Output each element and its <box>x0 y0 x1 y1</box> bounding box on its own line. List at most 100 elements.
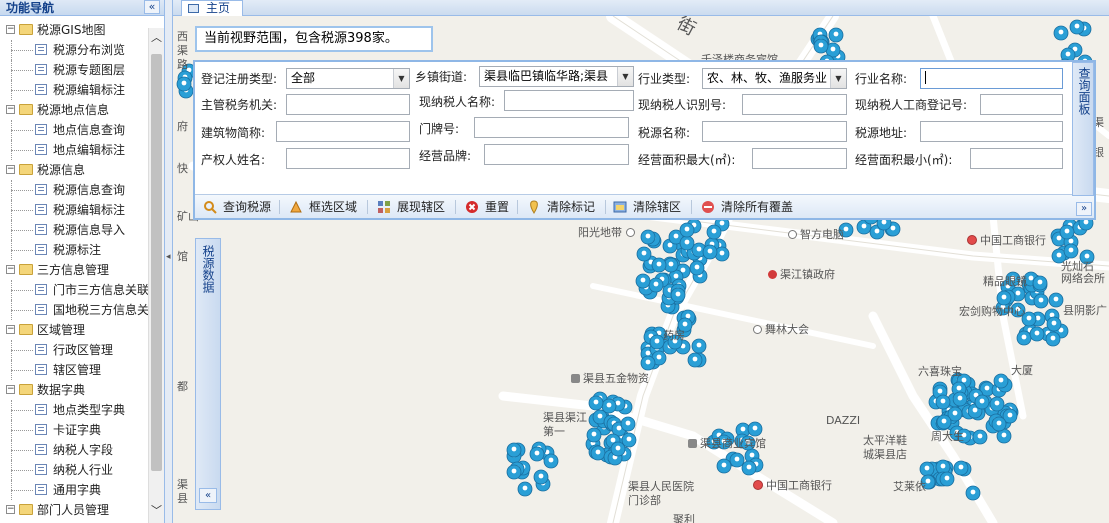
scroll-up-icon[interactable]: ︿ <box>149 30 164 46</box>
door-no-input[interactable] <box>474 117 629 138</box>
tree-folder[interactable]: − 税源地点信息 <box>0 100 148 120</box>
tax-source-marker[interactable] <box>670 287 686 303</box>
tax-source-marker[interactable] <box>1046 316 1062 332</box>
scroll-thumb[interactable] <box>151 54 162 471</box>
tax-source-marker[interactable] <box>716 458 732 474</box>
tree-item[interactable]: 地点编辑标注 <box>0 140 148 160</box>
tree-collapse-icon[interactable]: − <box>6 385 15 394</box>
tax-source-marker[interactable] <box>965 485 981 501</box>
tax-source-marker[interactable] <box>939 471 955 487</box>
tax-source-marker[interactable] <box>936 414 952 430</box>
tax-source-marker[interactable] <box>1045 331 1061 347</box>
town-select[interactable]: 渠县临巴镇临华路;渠县 ▼ <box>479 66 634 87</box>
area-max-input[interactable] <box>752 148 847 169</box>
tax-source-marker[interactable] <box>588 395 604 411</box>
tax-source-marker[interactable] <box>610 441 626 457</box>
brand-input[interactable] <box>484 144 629 165</box>
tax-source-marker[interactable] <box>953 460 969 476</box>
tax-source-marker[interactable] <box>813 38 829 54</box>
tax-source-marker[interactable] <box>636 246 652 262</box>
source-name-input[interactable] <box>702 121 847 142</box>
tree-item[interactable]: 辖区管理 <box>0 360 148 380</box>
tax-source-marker[interactable] <box>1032 275 1048 291</box>
tax-source-marker[interactable] <box>648 277 664 293</box>
tax-source-marker[interactable] <box>689 260 705 276</box>
tax-source-marker[interactable] <box>506 442 522 458</box>
tree-item[interactable]: 国地税三方信息关 <box>0 300 149 320</box>
scroll-down-icon[interactable]: ﹀ <box>149 503 164 519</box>
tree-item[interactable]: 税源信息查询 <box>0 180 148 200</box>
expand-query-panel-button[interactable]: » <box>1076 202 1092 216</box>
chevron-down-icon[interactable]: ▼ <box>617 67 633 86</box>
collapse-navigation-button[interactable]: « <box>144 0 160 14</box>
tab-home[interactable]: 主页 <box>181 0 243 16</box>
tax-data-side-tab[interactable]: 税源数据 <box>195 238 221 510</box>
tax-source-marker[interactable] <box>590 445 606 461</box>
tax-source-marker[interactable] <box>741 460 757 476</box>
reg-type-select[interactable]: 全部 ▼ <box>286 68 410 89</box>
tree-collapse-icon[interactable]: − <box>6 505 15 514</box>
tax-source-marker[interactable] <box>1053 25 1069 41</box>
tax-source-marker[interactable] <box>679 222 695 238</box>
tax-source-marker[interactable] <box>991 416 1007 432</box>
tax-source-marker[interactable] <box>747 421 763 437</box>
tax-source-marker[interactable] <box>702 244 718 260</box>
tax-source-marker[interactable] <box>517 481 533 497</box>
taxpayer-name-input[interactable] <box>504 90 634 111</box>
tax-source-marker[interactable] <box>1063 243 1079 259</box>
tree-item[interactable]: 税源编辑标注 <box>0 80 148 100</box>
tax-source-marker[interactable] <box>974 394 990 410</box>
tax-source-marker[interactable] <box>651 257 667 273</box>
owner-input[interactable] <box>286 148 410 169</box>
tax-source-marker[interactable] <box>935 394 951 410</box>
taxpayer-id-input[interactable] <box>742 94 847 115</box>
tree-collapse-icon[interactable]: − <box>6 25 15 34</box>
tree-item[interactable]: 地点信息查询 <box>0 120 148 140</box>
tree-item[interactable]: 纳税人字段 <box>0 440 148 460</box>
tax-source-marker[interactable] <box>533 469 549 485</box>
tax-source-marker[interactable] <box>729 452 745 468</box>
tax-source-marker[interactable] <box>635 273 651 289</box>
tree-collapse-icon[interactable]: − <box>6 265 15 274</box>
tree-folder[interactable]: − 数据字典 <box>0 380 148 400</box>
splitter-arrow-icon[interactable]: ◂ <box>166 252 171 262</box>
tax-source-marker[interactable] <box>687 352 703 368</box>
industry-type-select[interactable]: 农、林、牧、渔服务业 ▼ <box>702 68 847 89</box>
tax-source-marker[interactable] <box>993 373 1009 389</box>
panel-splitter[interactable]: ◂ <box>165 0 173 523</box>
tree-collapse-icon[interactable]: − <box>6 165 15 174</box>
tree-item[interactable]: 税源标注 <box>0 240 148 260</box>
tree-folder[interactable]: − 税源信息 <box>0 160 148 180</box>
tree-collapse-icon[interactable]: − <box>6 325 15 334</box>
tree-folder[interactable]: − 区域管理 <box>0 320 148 340</box>
tax-source-marker[interactable] <box>1016 330 1032 346</box>
tree-item[interactable]: 纳税人行业 <box>0 460 148 480</box>
tax-source-marker[interactable] <box>1069 19 1085 35</box>
tax-source-marker[interactable] <box>691 338 707 354</box>
tax-source-marker[interactable] <box>529 446 545 462</box>
tax-source-marker[interactable] <box>620 416 636 432</box>
tax-source-marker[interactable] <box>952 391 968 407</box>
query-panel-side-tab[interactable]: 查询面板 <box>1072 62 1094 196</box>
building-input[interactable] <box>276 121 410 142</box>
industry-name-input[interactable] <box>920 68 1063 89</box>
tax-source-marker[interactable] <box>989 396 1005 412</box>
chevron-down-icon[interactable]: ▼ <box>830 69 846 88</box>
tree-folder[interactable]: − 部门人员管理 <box>0 500 148 520</box>
tax-source-marker[interactable] <box>679 235 695 251</box>
tree-folder[interactable]: − 税源GIS地图 <box>0 20 148 40</box>
navigation-scrollbar[interactable]: ︿ ﹀ <box>148 28 164 523</box>
tax-source-marker[interactable] <box>176 76 192 92</box>
tax-source-marker[interactable] <box>706 224 722 240</box>
tax-source-marker[interactable] <box>649 334 665 350</box>
tax-source-marker[interactable] <box>543 453 559 469</box>
chevron-down-icon[interactable]: ▼ <box>393 69 409 88</box>
tax-source-marker[interactable] <box>828 27 844 43</box>
tree-item[interactable]: 门市三方信息关联 <box>0 280 149 300</box>
tax-source-marker[interactable] <box>972 429 988 445</box>
area-min-input[interactable] <box>970 148 1063 169</box>
tax-source-marker[interactable] <box>1033 293 1049 309</box>
tax-source-marker[interactable] <box>640 355 656 371</box>
business-reg-input[interactable] <box>980 94 1063 115</box>
source-addr-input[interactable] <box>920 121 1063 142</box>
